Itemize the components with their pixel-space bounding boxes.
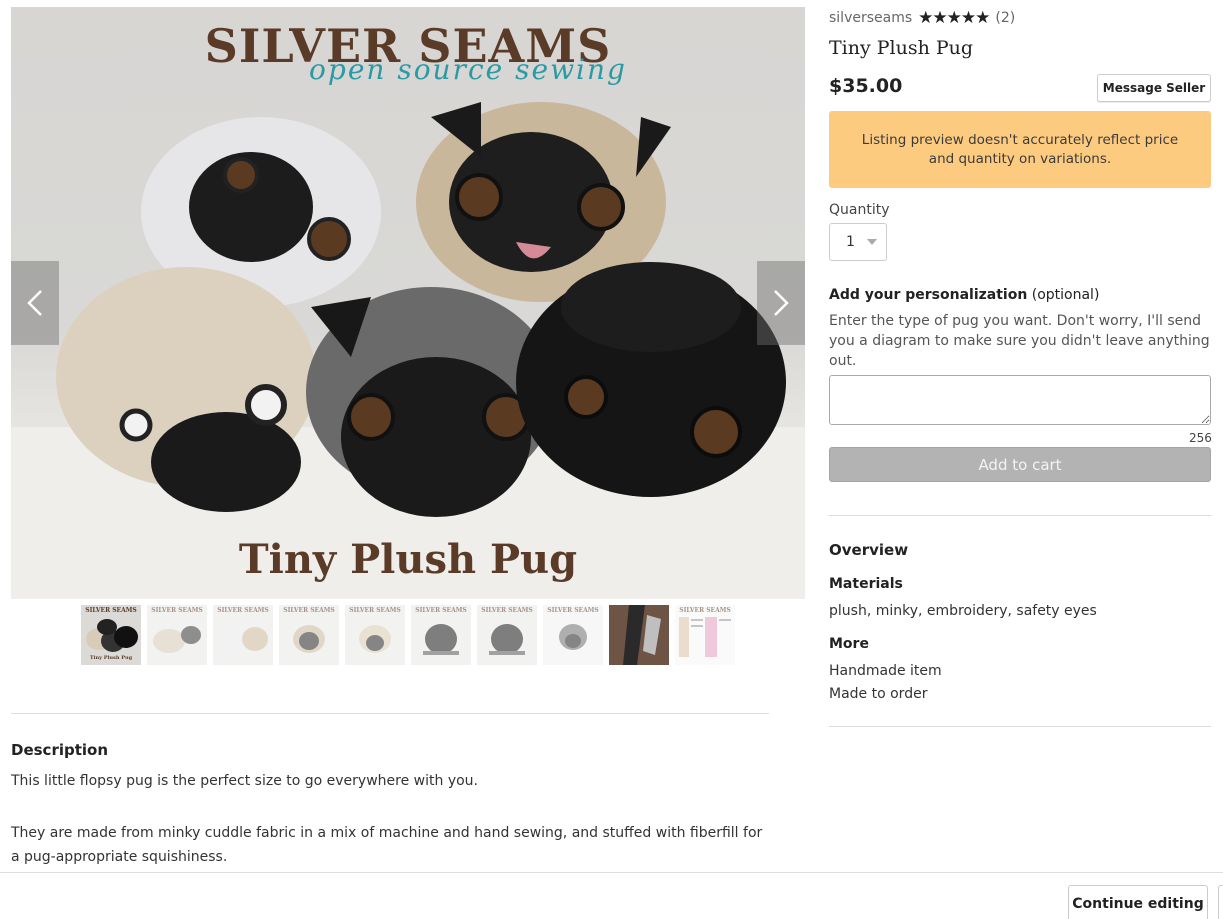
thumbnail-image [559, 624, 587, 650]
chevron-left-icon [27, 290, 42, 316]
thumbnail-caption: Tiny Plush Pug [89, 655, 133, 661]
materials-value: plush, minky, embroidery, safety eyes [829, 603, 1097, 619]
description-title: Description [11, 741, 109, 759]
personalization-input[interactable] [829, 375, 1211, 425]
personalization-label: Add your personalization (optional) [829, 287, 1099, 303]
thumbnail-brand: SILVER SEAMS [151, 607, 203, 614]
thumbnail-6[interactable]: SILVER SEAMS [411, 605, 471, 665]
thumbnail-7[interactable]: SILVER SEAMS [477, 605, 537, 665]
character-count: 256 [1189, 431, 1212, 445]
thumbnail-image [609, 605, 669, 665]
materials-title: Materials [829, 576, 903, 592]
thumbnail-image [679, 617, 731, 657]
message-seller-button[interactable]: Message Seller [1097, 74, 1211, 102]
preview-notice-text: Listing preview doesn't accurately refle… [861, 131, 1179, 167]
rating-stars-icon[interactable]: ★★★★★ [918, 8, 990, 28]
plush-pugs-photo [11, 102, 805, 599]
thumbnail-brand: SILVER SEAMS [283, 607, 335, 614]
thumbnail-image [220, 627, 268, 651]
personalization-hint: Enter the type of pug you want. Don't wo… [829, 313, 1210, 369]
quantity-value: 1 [846, 234, 855, 250]
thumbnail-image [489, 624, 525, 655]
overview-title: Overview [829, 541, 909, 559]
listing-main-image[interactable]: SILVER SEAMS open source sewing Tiny Plu… [11, 7, 805, 599]
listing-title: Tiny Plush Pug [829, 37, 974, 59]
hero-tagline-text: open source sewing [309, 53, 627, 86]
divider [829, 726, 1211, 727]
divider [829, 515, 1211, 516]
thumbnail-brand: SILVER SEAMS [547, 607, 599, 614]
thumbnail-10[interactable]: SILVER SEAMS [675, 605, 735, 665]
thumbnail-brand: SILVER SEAMS [349, 607, 401, 614]
thumbnail-brand: SILVER SEAMS [217, 607, 269, 614]
gallery-next-button[interactable] [757, 261, 805, 345]
more-item: Handmade item [829, 663, 942, 679]
preview-notice: Listing preview doesn't accurately refle… [829, 111, 1211, 188]
hero-caption-text: Tiny Plush Pug [238, 536, 578, 583]
divider [11, 713, 769, 714]
thumbnail-brand: SILVER SEAMS [679, 607, 731, 614]
thumbnail-brand: SILVER SEAMS [415, 607, 467, 614]
description-paragraph-1: This little flopsy pug is the perfect si… [11, 773, 478, 789]
thumbnail-4[interactable]: SILVER SEAMS [279, 605, 339, 665]
rating-count[interactable]: (2) [995, 10, 1015, 26]
more-item: Made to order [829, 686, 928, 702]
thumbnail-1[interactable]: SILVER SEAMS Tiny Plush Pug [81, 605, 141, 665]
thumbnail-2[interactable]: SILVER SEAMS [147, 605, 207, 665]
personalization-optional: (optional) [1031, 287, 1100, 303]
thumbnail-8[interactable]: SILVER SEAMS [543, 605, 603, 665]
thumbnail-brand: SILVER SEAMS [85, 607, 137, 614]
personalization-label-text: Add your personalization [829, 287, 1028, 303]
thumbnail-3[interactable]: SILVER SEAMS [213, 605, 273, 665]
add-to-cart-button[interactable]: Add to cart [829, 447, 1211, 482]
footer-secondary-button[interactable] [1218, 885, 1223, 919]
listing-price: $35.00 [829, 75, 903, 97]
thumbnail-brand: SILVER SEAMS [481, 607, 533, 614]
chevron-right-icon [774, 290, 789, 316]
footer-bar [0, 872, 1223, 919]
thumbnail-image [293, 625, 325, 653]
quantity-select[interactable]: 1 [829, 223, 887, 261]
shop-info: silverseams ★★★★★ (2) [829, 8, 1015, 28]
thumbnail-9[interactable] [609, 605, 669, 665]
thumbnail-5[interactable]: SILVER SEAMS [345, 605, 405, 665]
more-title: More [829, 636, 869, 652]
description-paragraph-2: They are made from minky cuddle fabric i… [11, 825, 763, 865]
thumbnail-image [153, 626, 201, 653]
gallery-prev-button[interactable] [11, 261, 59, 345]
chevron-down-icon [866, 239, 877, 245]
quantity-label: Quantity [829, 202, 890, 218]
continue-editing-button[interactable]: Continue editing [1068, 885, 1208, 919]
shop-name-link[interactable]: silverseams [829, 10, 912, 26]
thumbnail-image [359, 625, 391, 653]
thumbnail-image [423, 624, 459, 655]
thumbnail-strip: SILVER SEAMS Tiny Plush Pug SILVER SEAMS… [81, 605, 735, 665]
